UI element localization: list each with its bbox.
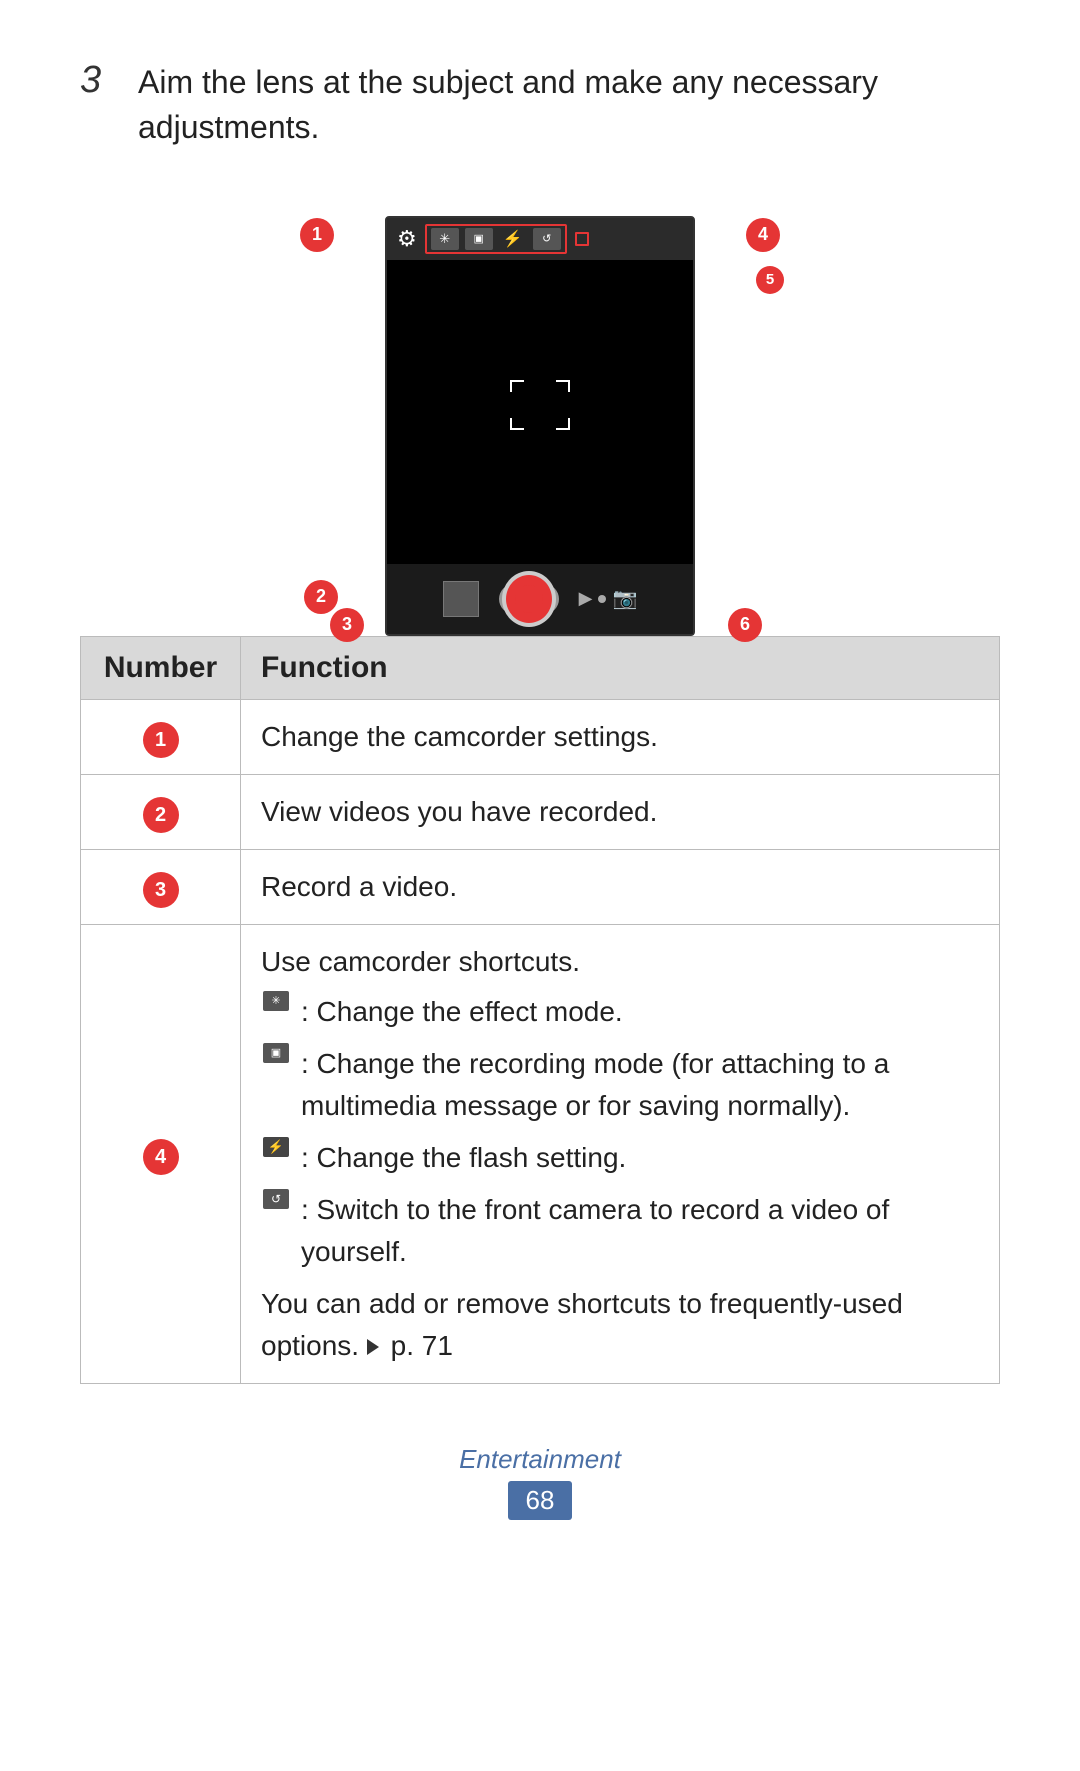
table-row: 3 Record a video.	[81, 849, 1000, 924]
list-item: ▣ : Change the recording mode (for attac…	[261, 1043, 979, 1127]
record-inner	[515, 585, 543, 613]
phone-top-bar: ⚙ ✳ ▣ ⚡ ↺	[387, 218, 693, 260]
camera-diagram: 1 4 5 2 3 6 ⚙ ✳	[290, 186, 790, 636]
annotation-3: 3	[330, 608, 364, 642]
row3-number: 3	[81, 849, 241, 924]
annotation-6: 6	[728, 608, 762, 642]
row1-number: 1	[81, 699, 241, 774]
shortcuts-outro: You can add or remove shortcuts to frequ…	[261, 1288, 903, 1361]
function-intro: Use camcorder shortcuts.	[261, 946, 580, 977]
annotation-2: 2	[304, 580, 338, 614]
thumbnail-preview	[443, 581, 479, 617]
annotation-4: 4	[746, 218, 780, 252]
annotation-5: 5	[756, 266, 784, 294]
record-button	[502, 571, 556, 627]
table-row: 1 Change the camcorder settings.	[81, 699, 1000, 774]
phone-bottom-bar: ▶ 📷	[387, 564, 693, 634]
row2-number: 2	[81, 774, 241, 849]
effect-icon: ✳	[431, 228, 459, 250]
small-bracket	[575, 232, 589, 246]
bullet-recording-icon: ▣	[261, 1043, 293, 1063]
row4-function: Use camcorder shortcuts. ✳ : Change the …	[241, 924, 1000, 1383]
front-camera-text: : Switch to the front camera to record a…	[301, 1189, 979, 1273]
effect-mode-text: : Change the effect mode.	[301, 991, 623, 1033]
row3-function: Record a video.	[241, 849, 1000, 924]
table-row: 4 Use camcorder shortcuts. ✳ : Change th…	[81, 924, 1000, 1383]
footer-label: Entertainment	[80, 1444, 1000, 1475]
front-camera-icon: ↺	[533, 228, 561, 250]
step-text: Aim the lens at the subject and make any…	[138, 60, 1000, 150]
shortcut-list: ✳ : Change the effect mode. ▣ : Change t…	[261, 991, 979, 1273]
footer: Entertainment 68	[80, 1444, 1000, 1520]
list-item: ✳ : Change the effect mode.	[261, 991, 979, 1033]
footer-page: 68	[508, 1481, 573, 1520]
flash-setting-text: : Change the flash setting.	[301, 1137, 626, 1179]
arrow-icon	[367, 1339, 379, 1355]
bullet-flash-icon: ⚡	[261, 1137, 293, 1157]
badge-3: 3	[143, 872, 179, 908]
bullet-effect-icon: ✳	[261, 991, 293, 1011]
camera-mode-icon: 📷	[612, 586, 637, 611]
badge-1: 1	[143, 722, 179, 758]
row4-number: 4	[81, 924, 241, 1383]
recording-mode-text: : Change the recording mode (for attachi…	[301, 1043, 979, 1127]
video-mode-icon: ▶	[579, 588, 593, 609]
mode-icons: ▶ 📷	[579, 586, 638, 611]
focus-reticle	[510, 380, 570, 430]
recording-mode-icon: ▣	[465, 228, 493, 250]
reticle-tr	[556, 380, 570, 392]
col-function: Function	[241, 636, 1000, 699]
page-reference: You can add or remove shortcuts to frequ…	[261, 1283, 979, 1367]
step-intro: 3 Aim the lens at the subject and make a…	[80, 60, 1000, 150]
step-number: 3	[80, 60, 120, 102]
list-item: ↺ : Switch to the front camera to record…	[261, 1189, 979, 1273]
badge-4: 4	[143, 1139, 179, 1175]
functions-table: Number Function 1 Change the camcorder s…	[80, 636, 1000, 1384]
row2-function: View videos you have recorded.	[241, 774, 1000, 849]
mode-toggle	[499, 584, 559, 614]
table-header-row: Number Function	[81, 636, 1000, 699]
flash-icon: ⚡	[499, 228, 527, 250]
reticle-tl	[510, 380, 524, 392]
phone-screen: ⚙ ✳ ▣ ⚡ ↺	[385, 216, 695, 636]
table-row: 2 View videos you have recorded.	[81, 774, 1000, 849]
page-ref-text: p. 71	[391, 1330, 453, 1361]
list-item: ⚡ : Change the flash setting.	[261, 1137, 979, 1179]
annotation-1: 1	[300, 218, 334, 252]
badge-2: 2	[143, 797, 179, 833]
row1-function: Change the camcorder settings.	[241, 699, 1000, 774]
divider-dot	[598, 595, 606, 603]
col-number: Number	[81, 636, 241, 699]
gear-icon: ⚙	[397, 226, 417, 252]
shortcut-icons-bracket: ✳ ▣ ⚡ ↺	[425, 224, 567, 254]
reticle-br	[556, 418, 570, 430]
bullet-front-camera-icon: ↺	[261, 1189, 293, 1209]
reticle-bl	[510, 418, 524, 430]
